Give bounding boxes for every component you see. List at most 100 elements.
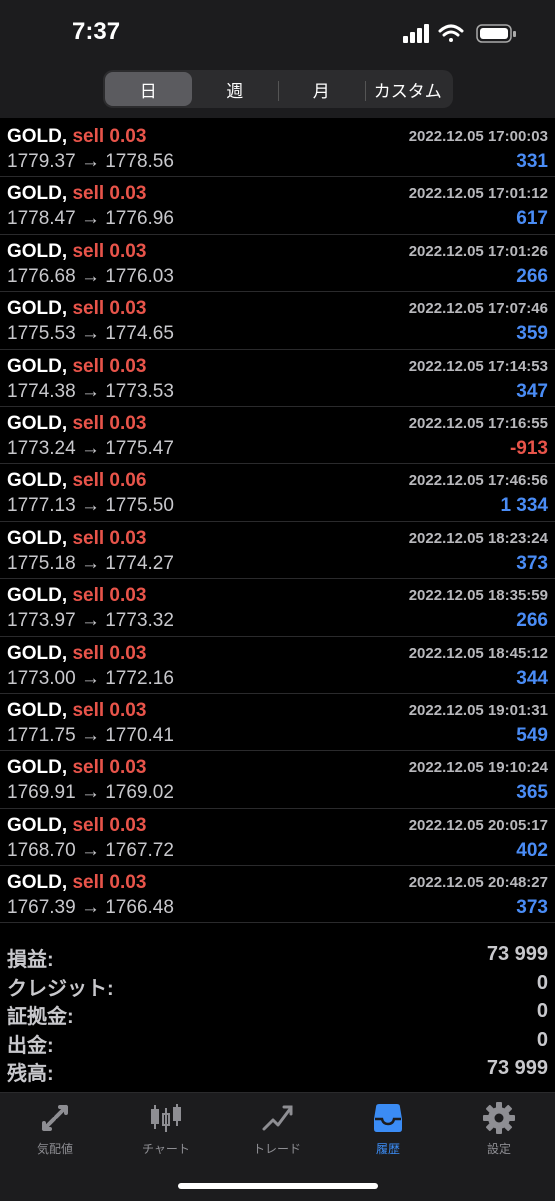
trade-symbol: GOLD, sell 0.03 xyxy=(7,815,146,837)
tab-custom[interactable]: カスタム xyxy=(364,72,452,106)
summary-label: 残高: xyxy=(7,1063,54,1085)
trade-prices: 1769.91 → 1769.02 xyxy=(7,782,174,804)
trade-history-list: GOLD, sell 0.03 2022.12.05 17:00:03 1779.3… xyxy=(0,120,555,924)
nav-trade[interactable]: トレード xyxy=(227,1101,327,1157)
trade-symbol: GOLD, sell 0.03 xyxy=(7,700,146,722)
trade-row[interactable]: GOLD, sell 0.03 2022.12.05 17:14:53 1774.3… xyxy=(0,350,555,407)
trade-side-volume: sell 0.03 xyxy=(72,355,147,377)
trade-side-volume: sell 0.03 xyxy=(72,240,147,262)
trade-symbol: GOLD, sell 0.03 xyxy=(7,126,146,148)
trade-side-volume: sell 0.03 xyxy=(72,814,147,836)
trade-row[interactable]: GOLD, sell 0.03 2022.12.05 20:48:27 1767.3… xyxy=(0,866,555,924)
trade-symbol: GOLD, sell 0.03 xyxy=(7,757,146,779)
trade-side-volume: sell 0.03 xyxy=(72,412,147,434)
trade-row[interactable]: GOLD, sell 0.03 2022.12.05 20:05:17 1768.7… xyxy=(0,809,555,867)
tab-day[interactable]: 日 xyxy=(105,72,192,106)
nav-label: トレード xyxy=(252,1142,301,1156)
trade-row[interactable]: GOLD, sell 0.03 2022.12.05 17:01:26 1776.6… xyxy=(0,235,555,293)
trade-row[interactable]: GOLD, sell 0.03 2022.12.05 18:45:12 1773.0… xyxy=(0,637,555,694)
trade-side-volume: sell 0.06 xyxy=(72,470,147,492)
trade-row[interactable]: GOLD, sell 0.03 2022.12.05 19:10:24 1769.9… xyxy=(0,751,555,809)
trade-time: 2022.12.05 20:48:27 xyxy=(408,874,548,892)
nav-settings[interactable]: 設定 xyxy=(449,1101,549,1157)
trade-symbol: GOLD, sell 0.03 xyxy=(7,872,146,894)
symbol-name: GOLD, xyxy=(7,585,68,607)
summary-row-profit: 損益: 73 999 xyxy=(0,940,555,971)
summary-value: 73 999 xyxy=(486,1057,548,1079)
summary-value: 73 999 xyxy=(486,943,548,965)
symbol-name: GOLD, xyxy=(7,355,68,377)
trade-time: 2022.12.05 17:46:56 xyxy=(408,472,548,490)
symbol-name: GOLD, xyxy=(7,757,68,779)
summary-value: 0 xyxy=(536,1028,548,1051)
trade-time: 2022.12.05 17:14:53 xyxy=(408,357,548,375)
trade-side-volume: sell 0.03 xyxy=(72,585,147,607)
battery-icon xyxy=(476,24,516,43)
tab-month[interactable]: 月 xyxy=(278,72,365,106)
trade-symbol: GOLD, sell 0.06 xyxy=(7,470,146,492)
trade-icon xyxy=(262,1105,293,1131)
symbol-name: GOLD, xyxy=(7,183,68,205)
trade-symbol: GOLD, sell 0.03 xyxy=(7,356,146,378)
trade-time: 2022.12.05 19:10:24 xyxy=(408,759,548,777)
trade-profit: 331 xyxy=(516,151,548,172)
account-summary: 損益: 73 999 クレジット: 0 証拠金: 0 出金: 0 残高: 73 … xyxy=(0,940,555,1085)
trade-row[interactable]: GOLD, sell 0.03 2022.12.05 17:01:12 1778.4… xyxy=(0,177,555,235)
trade-side-volume: sell 0.03 xyxy=(72,298,147,320)
trade-prices: 1768.70 → 1767.72 xyxy=(7,839,174,861)
summary-value: 0 xyxy=(536,1000,548,1022)
nav-history[interactable]: 履歴 xyxy=(338,1101,438,1157)
wifi-icon xyxy=(438,24,464,42)
nav-label: 気配値 xyxy=(36,1142,73,1156)
trade-time: 2022.12.05 18:35:59 xyxy=(408,587,548,605)
trade-profit: 549 xyxy=(516,724,548,746)
trade-symbol: GOLD, sell 0.03 xyxy=(7,183,146,205)
trade-row[interactable]: GOLD, sell 0.03 2022.12.05 17:07:46 1775.5… xyxy=(0,292,555,350)
trade-side-volume: sell 0.03 xyxy=(72,126,147,147)
tab-week[interactable]: 週 xyxy=(192,72,279,106)
nav-chart[interactable]: チャート xyxy=(116,1101,216,1157)
trade-profit: 359 xyxy=(516,323,548,345)
trade-profit: 344 xyxy=(516,667,548,689)
trade-profit: 266 xyxy=(516,265,548,287)
top-bar: 7:37 日 週 月 カスタム xyxy=(0,0,555,118)
trade-side-volume: sell 0.03 xyxy=(72,699,147,721)
trade-row[interactable]: GOLD, sell 0.03 2022.12.05 17:16:55 1773.2… xyxy=(0,407,555,465)
trade-side-volume: sell 0.03 xyxy=(72,642,147,664)
nav-label: チャート xyxy=(142,1142,190,1156)
trade-profit: 373 xyxy=(516,552,548,574)
trade-symbol: GOLD, sell 0.03 xyxy=(7,241,146,263)
trade-side-volume: sell 0.03 xyxy=(72,872,147,894)
trade-profit: 373 xyxy=(516,897,548,919)
trade-side-volume: sell 0.03 xyxy=(72,527,147,549)
trade-time: 2022.12.05 17:00:03 xyxy=(408,128,548,145)
symbol-name: GOLD, xyxy=(7,814,68,836)
home-indicator[interactable] xyxy=(178,1183,378,1189)
nav-label: 履歴 xyxy=(375,1142,400,1156)
trade-prices: 1777.13 → 1775.50 xyxy=(7,495,174,517)
trade-profit: 365 xyxy=(516,782,548,804)
trade-row[interactable]: GOLD, sell 0.03 2022.12.05 18:23:24 1775.1… xyxy=(0,522,555,580)
trade-prices: 1779.37 → 1778.56 xyxy=(7,151,174,172)
trade-row[interactable]: GOLD, sell 0.03 2022.12.05 18:35:59 1773.9… xyxy=(0,579,555,637)
trade-time: 2022.12.05 17:07:46 xyxy=(408,300,548,318)
trade-profit: 1 334 xyxy=(500,495,548,517)
trade-symbol: GOLD, sell 0.03 xyxy=(7,585,146,607)
summary-row-credit: クレジット: 0 xyxy=(0,969,555,1000)
trade-row[interactable]: GOLD, sell 0.06 2022.12.05 17:46:56 1777.1… xyxy=(0,464,555,522)
symbol-name: GOLD, xyxy=(7,642,68,664)
summary-row-deposit: 証拠金: 0 xyxy=(0,997,555,1028)
trade-row[interactable]: GOLD, sell 0.03 2022.12.05 17:00:03 1779.3… xyxy=(0,120,555,178)
nav-quotes[interactable]: 気配値 xyxy=(5,1101,105,1157)
trade-symbol: GOLD, sell 0.03 xyxy=(7,528,146,550)
trade-profit: 617 xyxy=(516,208,548,230)
trade-side-volume: sell 0.03 xyxy=(72,757,147,779)
trade-prices: 1773.00 → 1772.16 xyxy=(7,667,174,689)
quotes-icon xyxy=(42,1105,68,1131)
summary-row-balance: 残高: 73 999 xyxy=(0,1054,555,1085)
history-inbox-icon xyxy=(374,1104,402,1132)
trade-time: 2022.12.05 20:05:17 xyxy=(408,816,548,834)
summary-value: 0 xyxy=(536,971,548,994)
trade-row[interactable]: GOLD, sell 0.03 2022.12.05 19:01:31 1771.7… xyxy=(0,694,555,752)
trade-profit: 347 xyxy=(516,380,548,402)
